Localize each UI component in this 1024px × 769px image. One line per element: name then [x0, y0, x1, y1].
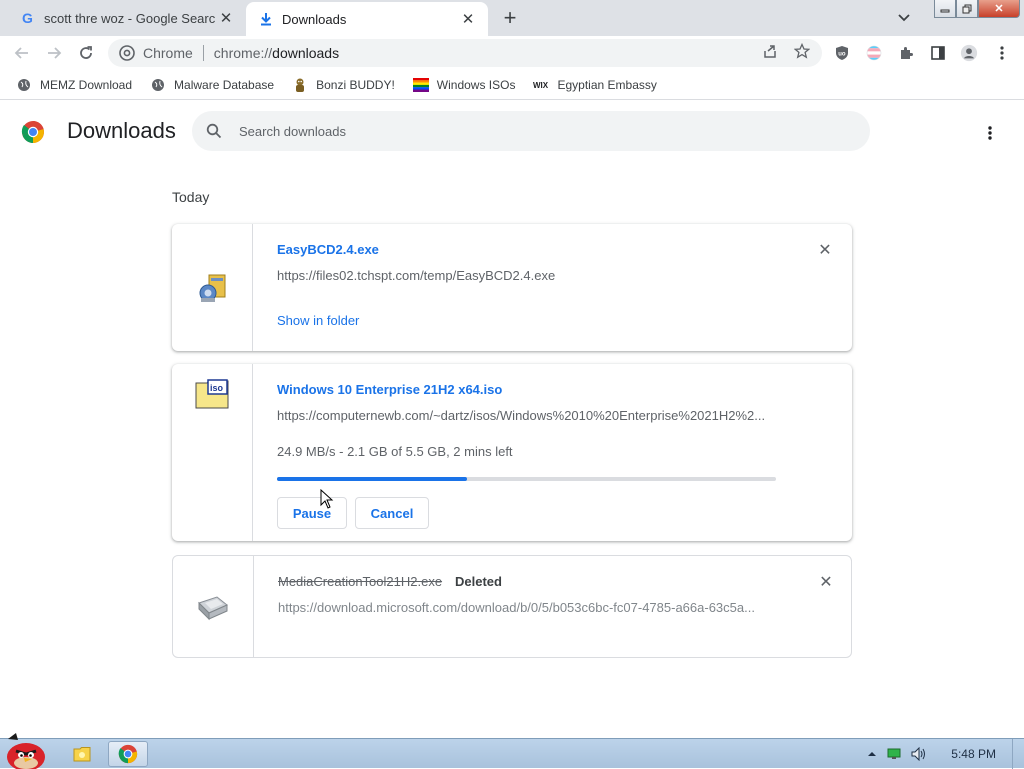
- bonzi-gorilla-icon: [292, 77, 308, 93]
- windows-taskbar: 5:48 PM: [0, 733, 1024, 769]
- tab-search-chevron-icon[interactable]: [893, 8, 915, 28]
- page-title: Downloads: [67, 118, 176, 143]
- svg-text:uo: uo: [838, 52, 846, 58]
- ublock-shield-icon[interactable]: uo: [833, 44, 851, 62]
- bookmark-bonzi-buddy[interactable]: Bonzi BUDDY!: [292, 73, 395, 97]
- google-icon: G: [20, 10, 36, 26]
- download-source-url[interactable]: https://files02.tchspt.com/temp/EasyBCD2…: [277, 268, 555, 283]
- download-source-url[interactable]: https://computernewb.com/~dartz/isos/Win…: [277, 408, 765, 423]
- download-progress-status: 24.9 MB/s - 2.1 GB of 5.5 GB, 2 mins lef…: [277, 444, 513, 459]
- new-tab-button[interactable]: +: [498, 5, 522, 30]
- svg-text:WIX: WIX: [533, 81, 549, 90]
- download-progress-bar: [277, 477, 776, 481]
- chrome-site-icon: [119, 45, 135, 61]
- site-chip-label: Chrome: [143, 45, 193, 61]
- download-item-easybcd: EasyBCD2.4.exe https://files02.tchspt.co…: [172, 224, 852, 351]
- tab-downloads[interactable]: Downloads ✕: [246, 2, 488, 36]
- pause-button[interactable]: Pause: [277, 497, 347, 529]
- minimize-button[interactable]: [934, 0, 956, 18]
- bookmark-label: Windows ISOs: [436, 77, 516, 92]
- cancel-button[interactable]: Cancel: [355, 497, 429, 529]
- rainbow-flag-icon: [412, 77, 429, 93]
- restore-button[interactable]: [956, 0, 978, 18]
- downloads-header: Downloads: [0, 101, 1024, 161]
- taskbar-clock[interactable]: 5:48 PM: [951, 747, 996, 761]
- setup-file-icon: [198, 596, 228, 621]
- svg-text:iso: iso: [210, 383, 224, 393]
- url-scheme: chrome://: [213, 45, 273, 61]
- close-tab-icon[interactable]: ✕: [458, 9, 478, 29]
- deleted-status-label: Deleted: [455, 574, 502, 589]
- remove-from-list-icon[interactable]: ✕: [817, 242, 833, 259]
- kebab-menu-icon[interactable]: [993, 44, 1011, 62]
- taskbar-chrome-button[interactable]: [108, 741, 148, 767]
- chrome-logo-icon: [21, 121, 44, 143]
- share-icon[interactable]: [761, 42, 779, 60]
- tab-title: Downloads: [282, 11, 347, 27]
- address-bar[interactable]: Chrome chrome:// downloads: [108, 39, 822, 67]
- globe-icon: [16, 77, 32, 93]
- reload-icon[interactable]: [74, 41, 98, 65]
- download-icon: [258, 11, 274, 27]
- remove-from-list-icon[interactable]: ✕: [818, 574, 834, 591]
- file-icon-column: [173, 556, 254, 657]
- download-progress-fill: [277, 477, 467, 481]
- bookmark-label: Bonzi BUDDY!: [316, 77, 395, 92]
- taskbar-explorer-folder-icon[interactable]: [70, 741, 94, 767]
- close-window-button[interactable]: ✕: [978, 0, 1020, 18]
- search-input[interactable]: [237, 122, 870, 140]
- date-section-header: Today: [172, 189, 210, 205]
- system-tray: 5:48 PM: [867, 739, 1024, 769]
- tray-expand-arrow-icon[interactable]: [867, 751, 877, 757]
- download-filename-link[interactable]: Windows 10 Enterprise 21H2 x64.iso: [277, 382, 502, 397]
- download-filename-link[interactable]: EasyBCD2.4.exe: [277, 242, 379, 257]
- bookmark-windows-isos[interactable]: Windows ISOs: [412, 73, 516, 97]
- tab-title: scott thre woz - Google Search: [44, 10, 216, 26]
- back-arrow-icon[interactable]: [10, 41, 34, 65]
- bookmark-egyptian-embassy[interactable]: WIX Egyptian Embassy: [533, 73, 656, 97]
- search-icon: [205, 122, 223, 140]
- omnibox-divider: [202, 45, 204, 61]
- forward-arrow-icon[interactable]: [42, 41, 66, 65]
- side-panel-icon[interactable]: [929, 44, 947, 62]
- search-downloads-bar[interactable]: [192, 111, 870, 151]
- profile-avatar-icon[interactable]: [960, 44, 978, 62]
- download-source-url[interactable]: https://download.microsoft.com/download/…: [278, 600, 755, 615]
- url-path: downloads: [272, 45, 340, 61]
- file-icon-column: iso: [172, 364, 253, 541]
- network-icon[interactable]: [887, 748, 901, 760]
- bookmark-label: MEMZ Download: [40, 77, 133, 92]
- tab-google-search[interactable]: G scott thre woz - Google Search ✕: [8, 0, 246, 36]
- tab-strip: G scott thre woz - Google Search ✕ Downl…: [0, 0, 1024, 36]
- wix-icon: WIX: [533, 77, 549, 93]
- bookmark-star-icon[interactable]: [793, 42, 811, 60]
- bookmark-label: Egyptian Embassy: [557, 77, 657, 92]
- volume-speaker-icon[interactable]: [911, 747, 927, 761]
- mouse-pointer-icon: [320, 489, 334, 509]
- chrome-icon: [118, 744, 138, 764]
- more-actions-icon[interactable]: [978, 121, 1002, 145]
- extensions-puzzle-icon[interactable]: [897, 44, 915, 62]
- angry-bird-start-icon[interactable]: [2, 731, 48, 769]
- window-controls: ✕: [934, 0, 1020, 20]
- iso-file-icon: iso: [195, 379, 229, 409]
- show-desktop-button[interactable]: [1012, 739, 1024, 769]
- toolbar: Chrome chrome:// downloads uo: [0, 36, 1024, 70]
- easybcd-file-icon: [199, 274, 226, 302]
- trans-flag-extension-icon[interactable]: [865, 44, 883, 62]
- file-icon-column: [172, 224, 253, 351]
- bookmark-label: Malware Database: [174, 77, 275, 92]
- close-tab-icon[interactable]: ✕: [216, 8, 236, 28]
- show-in-folder-link[interactable]: Show in folder: [277, 313, 359, 328]
- download-item-mediacreationtool: MediaCreationTool21H2.exe Deleted https:…: [172, 555, 852, 658]
- svg-text:G: G: [22, 10, 33, 26]
- download-filename-deleted: MediaCreationTool21H2.exe: [278, 574, 443, 589]
- bookmarks-bar: MEMZ Download Malware Database Bonzi BUD…: [0, 70, 1024, 100]
- download-item-windows-iso: iso Windows 10 Enterprise 21H2 x64.iso h…: [172, 364, 852, 541]
- globe-icon: [150, 77, 166, 93]
- bookmark-malware-database[interactable]: Malware Database: [150, 73, 274, 97]
- bookmark-memz-download[interactable]: MEMZ Download: [16, 73, 132, 97]
